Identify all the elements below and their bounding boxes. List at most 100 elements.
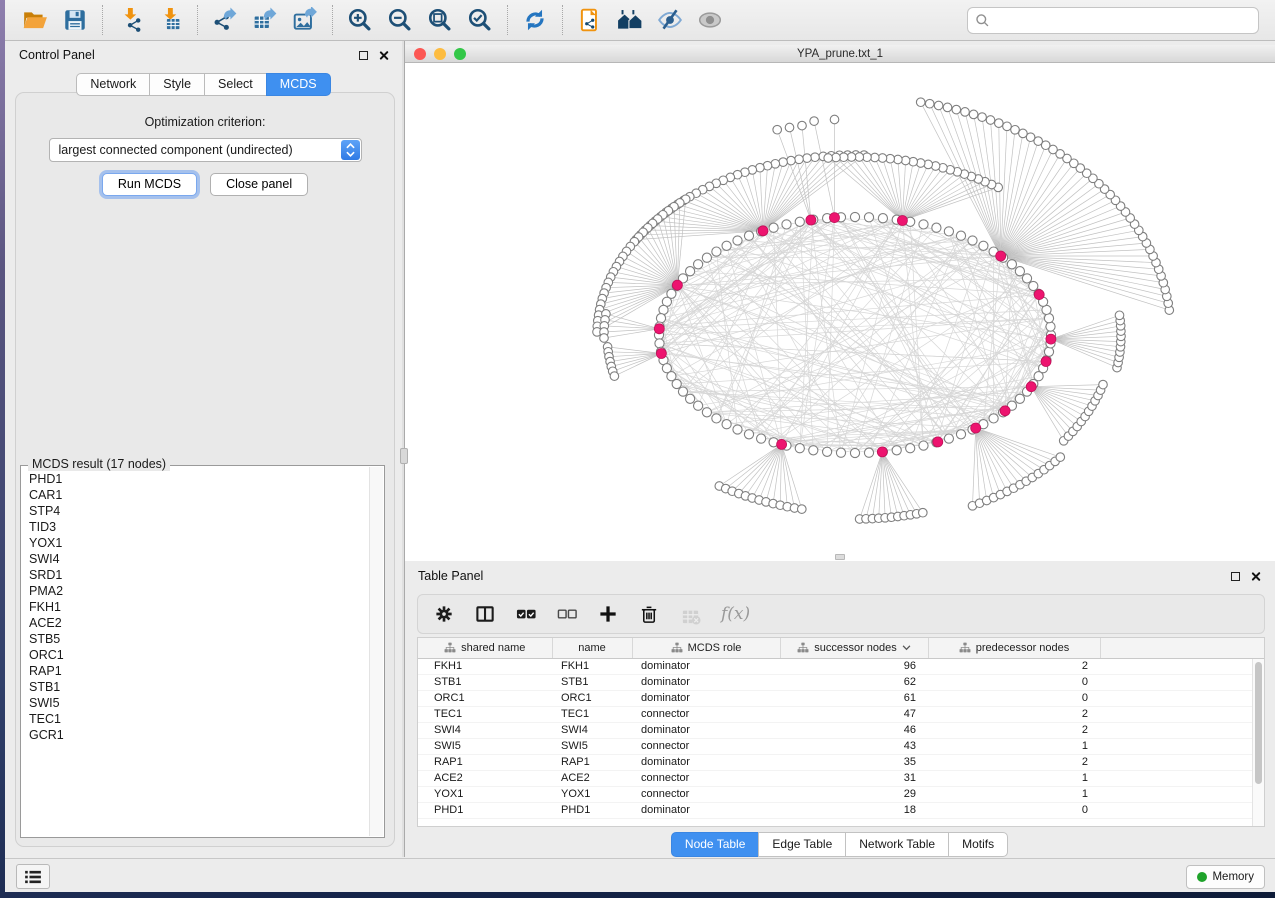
tree-icon [444, 642, 456, 653]
save-icon[interactable] [55, 4, 95, 36]
mcds-result-item[interactable]: PMA2 [29, 583, 368, 599]
select-all-icon[interactable] [516, 604, 537, 625]
criterion-value: largest connected component (undirected) [59, 143, 293, 157]
column-header-MCDS-role[interactable]: MCDS role [632, 638, 780, 658]
toolbar-separator [332, 5, 333, 35]
table-row[interactable]: SWI5SWI5connector431 [418, 738, 1264, 754]
mcds-result-item[interactable]: PHD1 [29, 471, 368, 487]
mcds-result-list[interactable]: PHD1CAR1STP4TID3YOX1SWI4SRD1PMA2FKH1ACE2… [22, 469, 368, 836]
column-header-name[interactable]: name [552, 638, 632, 658]
task-history-button[interactable] [16, 864, 50, 889]
add-column-icon[interactable] [598, 604, 619, 625]
table-scrollbar[interactable] [1252, 659, 1264, 826]
export-table-icon[interactable] [245, 4, 285, 36]
memory-label: Memory [1212, 871, 1254, 883]
mcds-result-item[interactable]: STB5 [29, 631, 368, 647]
export-network-icon[interactable] [205, 4, 245, 36]
mcds-result-item[interactable]: SWI4 [29, 551, 368, 567]
mcds-result-item[interactable]: TEC1 [29, 711, 368, 727]
close-panel-icon[interactable] [378, 50, 389, 61]
mcds-list-scrollbar[interactable] [369, 467, 383, 836]
tab-edge-table[interactable]: Edge Table [758, 832, 846, 857]
mcds-result-box: MCDS result (17 nodes) PHD1CAR1STP4TID3Y… [20, 465, 385, 838]
houses-icon[interactable] [610, 4, 650, 36]
mcds-result-item[interactable]: YOX1 [29, 535, 368, 551]
table-row[interactable]: RAP1RAP1dominator352 [418, 754, 1264, 770]
mcds-result-item[interactable]: GCR1 [29, 727, 368, 743]
search-input[interactable] [995, 13, 1251, 27]
network-graph[interactable] [405, 63, 1275, 561]
control-panel-tabs: NetworkStyleSelectMCDS [5, 73, 403, 96]
deselect-all-icon[interactable] [557, 604, 578, 625]
zoom-selected-icon[interactable] [460, 4, 500, 36]
table-row[interactable]: ORC1ORC1dominator610 [418, 690, 1264, 706]
optimization-criterion-label: Optimization criterion: [16, 115, 394, 129]
table-row[interactable]: FKH1FKH1dominator962 [418, 658, 1264, 674]
show-eye-icon[interactable] [690, 4, 730, 36]
table-row[interactable]: ACE2ACE2connector311 [418, 770, 1264, 786]
tab-mcds[interactable]: MCDS [266, 73, 331, 96]
table-panel: Table Panel f(x) shared namenameMCDS rol… [405, 561, 1275, 857]
control-panel-title: Control Panel [19, 48, 95, 62]
zoom-out-icon[interactable] [380, 4, 420, 36]
table-row[interactable]: STB1STB1dominator620 [418, 674, 1264, 690]
mcds-result-item[interactable]: ORC1 [29, 647, 368, 663]
mcds-result-item[interactable]: STP4 [29, 503, 368, 519]
search-box[interactable] [967, 7, 1259, 34]
mcds-result-item[interactable]: SWI5 [29, 695, 368, 711]
network-window-titlebar[interactable]: YPA_prune.txt_1 [405, 45, 1275, 63]
mcds-result-item[interactable]: RAP1 [29, 663, 368, 679]
import-network-icon[interactable] [110, 4, 150, 36]
column-header-successor-nodes[interactable]: successor nodes [780, 638, 928, 658]
sort-chevron-icon [902, 645, 911, 651]
tab-node-table[interactable]: Node Table [671, 832, 760, 857]
table-scrollbar-thumb[interactable] [1255, 662, 1262, 784]
settings-gear-icon[interactable] [434, 604, 455, 625]
optimization-criterion-select[interactable]: largest connected component (undirected) [49, 138, 362, 162]
network-canvas[interactable] [405, 63, 1275, 561]
mcds-result-item[interactable]: SRD1 [29, 567, 368, 583]
tab-motifs[interactable]: Motifs [948, 832, 1008, 857]
tab-style[interactable]: Style [149, 73, 205, 96]
node-table: shared namenameMCDS rolesuccessor nodesp… [417, 637, 1265, 827]
float-panel-icon[interactable] [359, 51, 368, 60]
import-table-icon[interactable] [150, 4, 190, 36]
network-view-window: YPA_prune.txt_1 [405, 45, 1275, 561]
table-row[interactable]: SWI4SWI4dominator462 [418, 722, 1264, 738]
tab-network-table[interactable]: Network Table [845, 832, 949, 857]
column-header-shared-name[interactable]: shared name [418, 638, 552, 658]
application-window: Control Panel NetworkStyleSelectMCDS Opt… [5, 0, 1275, 892]
refresh-layout-icon[interactable] [515, 4, 555, 36]
close-panel-button[interactable]: Close panel [210, 173, 308, 196]
memory-button[interactable]: Memory [1186, 865, 1265, 889]
mcds-result-item[interactable]: ACE2 [29, 615, 368, 631]
vertical-splitter-grip[interactable] [400, 448, 408, 464]
mcds-result-item[interactable]: STB1 [29, 679, 368, 695]
toolbar-separator [562, 5, 563, 35]
zoom-fit-icon[interactable] [420, 4, 460, 36]
table-row[interactable]: YOX1YOX1connector291 [418, 786, 1264, 802]
split-columns-icon[interactable] [475, 604, 496, 625]
table-row[interactable]: PHD1PHD1dominator180 [418, 802, 1264, 818]
table-row[interactable]: TEC1TEC1connector472 [418, 706, 1264, 722]
tab-select[interactable]: Select [204, 73, 267, 96]
mcds-result-item[interactable]: CAR1 [29, 487, 368, 503]
table-toolbar: f(x) [417, 594, 1265, 634]
delete-column-icon[interactable] [639, 604, 660, 625]
float-table-panel-icon[interactable] [1231, 572, 1240, 581]
mcds-result-item[interactable]: TID3 [29, 519, 368, 535]
zoom-in-icon[interactable] [340, 4, 380, 36]
clone-network-icon[interactable] [570, 4, 610, 36]
run-mcds-button[interactable]: Run MCDS [102, 173, 197, 196]
column-header-predecessor-nodes[interactable]: predecessor nodes [928, 638, 1100, 658]
open-folder-icon[interactable] [15, 4, 55, 36]
tab-network[interactable]: Network [76, 73, 150, 96]
close-table-panel-icon[interactable] [1250, 571, 1261, 582]
export-image-icon[interactable] [285, 4, 325, 36]
delete-table-icon[interactable] [680, 604, 701, 625]
hide-eye-icon[interactable] [650, 4, 690, 36]
horizontal-splitter-grip[interactable] [835, 554, 845, 560]
mcds-result-item[interactable]: FKH1 [29, 599, 368, 615]
table-tabs: Node TableEdge TableNetwork TableMotifs [405, 832, 1275, 857]
function-builder-icon[interactable]: f(x) [721, 604, 750, 624]
